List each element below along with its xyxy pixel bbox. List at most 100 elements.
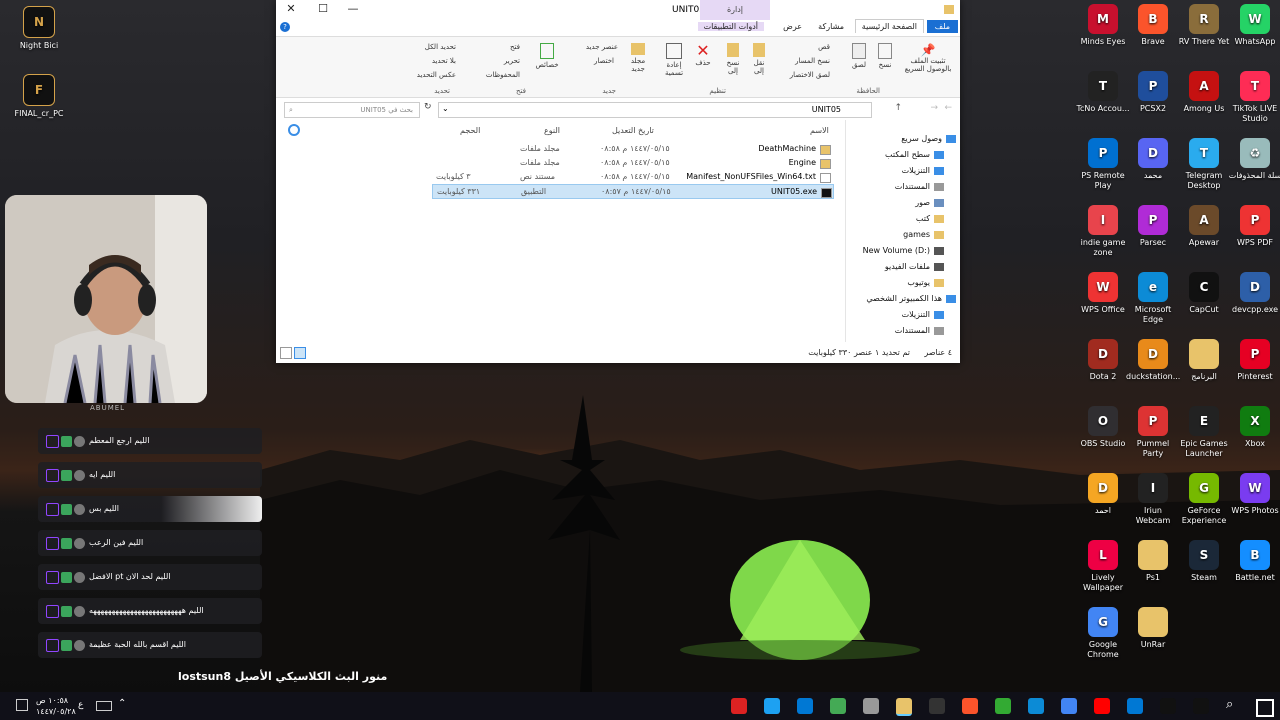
address-bar[interactable]: UNIT05 ⌄	[438, 102, 872, 118]
nav-item[interactable]: المستندات	[895, 326, 944, 335]
chevron-down-icon[interactable]: ⌄	[442, 104, 449, 113]
back-icon[interactable]: →	[930, 103, 938, 113]
file-explorer-icon[interactable]	[896, 698, 912, 716]
desktop-icon[interactable]: O OBS Studio	[1076, 406, 1130, 449]
nav-item[interactable]: وصول سريع	[901, 134, 956, 143]
obs-icon[interactable]	[863, 698, 879, 714]
tab-share[interactable]: مشاركة	[818, 22, 844, 31]
start-icon[interactable]	[1256, 699, 1274, 717]
desktop-icon[interactable]: T TikTok LIVE Studio	[1228, 71, 1280, 124]
desktop-icon[interactable]: R RV There Yet	[1177, 4, 1231, 47]
desktop-icon[interactable]: P Parsec	[1126, 205, 1180, 248]
nav-item[interactable]: يوتيوب	[907, 278, 944, 287]
twitter-icon[interactable]	[764, 698, 780, 714]
history-button[interactable]: المحفوظات	[486, 71, 520, 79]
file-row[interactable]: DeathMachine ١٤٤٧/٠٥/١٥ م ٠٨:٥٨ مجلد ملفات	[432, 142, 832, 155]
desktop-icon[interactable]: I Iriun Webcam	[1126, 473, 1180, 526]
select-none-button[interactable]: بلا تحديد	[432, 57, 456, 65]
desktop-icon-night-bici[interactable]: N Night Bici	[12, 6, 66, 51]
epic-games-icon[interactable]	[929, 698, 945, 714]
tiktok-icon[interactable]	[1160, 698, 1176, 714]
desktop-icon[interactable]: Dduckstation...	[1126, 339, 1180, 382]
column-type[interactable]: النوع	[544, 126, 560, 135]
nav-item[interactable]: المستندات	[895, 182, 944, 191]
desktop-icon[interactable]: Ps1	[1126, 540, 1180, 583]
desktop-icon[interactable]: e Microsoft Edge	[1126, 272, 1180, 325]
desktop-icon[interactable]: B Brave	[1126, 4, 1180, 47]
nav-item[interactable]: هذا الكمبيوتر الشخصي	[866, 294, 956, 303]
tiles-view-icon[interactable]	[294, 347, 306, 359]
tab-view[interactable]: عرض	[783, 22, 802, 31]
nav-item[interactable]: سطح المكتب	[885, 150, 944, 159]
file-list[interactable]: الاسم تاريخ التعديل النوع الحجم DeathMac…	[276, 120, 846, 342]
tab-app-tools[interactable]: أدوات التطبيقات	[697, 22, 764, 31]
desktop-icon[interactable]: UnRar	[1126, 607, 1180, 650]
desktop-icon[interactable]: P PS Remote Play	[1076, 138, 1130, 191]
desktop-icon[interactable]: P PCSX2	[1126, 71, 1180, 114]
desktop-icon[interactable]: P WPS PDF	[1228, 205, 1280, 248]
edge-icon[interactable]	[1028, 698, 1044, 714]
nav-item[interactable]: games	[903, 230, 944, 239]
nav-item[interactable]: صور	[915, 198, 944, 207]
desktop-icon[interactable]: Iindie game zone	[1076, 205, 1130, 258]
copy-button[interactable]: نسخ	[874, 43, 896, 69]
up-icon[interactable]: ↑	[894, 103, 902, 113]
new-item-button[interactable]: عنصر جديد	[586, 43, 618, 51]
desktop-icon[interactable]: X Xbox	[1228, 406, 1280, 449]
desktop-icon[interactable]: E Epic Games Launcher	[1177, 406, 1231, 459]
nav-item[interactable]: ملفات الفيديو	[885, 262, 944, 271]
chrome-icon[interactable]	[1061, 698, 1077, 714]
invert-selection-button[interactable]: عكس التحديد	[417, 71, 456, 79]
new-folder-button[interactable]: مجلد جديد	[626, 43, 650, 73]
rename-button[interactable]: إعادة تسمية	[662, 43, 686, 77]
desktop-icon[interactable]: L Lively Wallpaper	[1076, 540, 1130, 593]
manage-tab[interactable]: إدارة	[700, 0, 770, 20]
desktop-icon[interactable]: W WhatsApp	[1228, 4, 1280, 47]
chevron-up-icon[interactable]: ⌃	[118, 698, 126, 709]
language-indicator[interactable]: ع	[78, 700, 83, 710]
nav-item[interactable]: كتب	[916, 214, 944, 223]
details-view-icon[interactable]	[280, 347, 292, 359]
desktop-icon[interactable]: البرنامج	[1177, 339, 1231, 382]
tab-file[interactable]: ملف	[926, 20, 958, 33]
desktop-icon[interactable]: Ddevcpp.exe	[1228, 272, 1280, 315]
file-row[interactable]: UNIT05.exe ١٤٤٧/٠٥/١٥ م ٠٨:٥٧ التطبيق ٣٣١ ك…	[432, 184, 834, 199]
nav-item[interactable]: New Volume (D:)	[863, 246, 944, 255]
photos-icon[interactable]	[1127, 698, 1143, 714]
search-icon[interactable]: ⌕	[1226, 697, 1233, 712]
desktop-icon[interactable]: A Among Us	[1177, 71, 1231, 114]
outlook-icon[interactable]	[797, 698, 813, 714]
desktop-icon[interactable]: D احمد	[1076, 473, 1130, 516]
desktop-icon[interactable]: M Minds Eyes	[1076, 4, 1130, 47]
easy-access-button[interactable]: اختصار	[594, 57, 614, 65]
desktop-icon[interactable]: D Dota 2	[1076, 339, 1130, 382]
file-row[interactable]: Manifest_NonUFSFiles_Win64.txt ١٤٤٧/٠٥/١٥…	[432, 170, 832, 183]
brave-icon[interactable]	[962, 698, 978, 714]
youtube-icon[interactable]	[1094, 698, 1110, 714]
desktop-icon[interactable]: C CapCut	[1177, 272, 1231, 315]
tab-home[interactable]: الصفحة الرئيسية	[854, 19, 924, 33]
edit-button[interactable]: تحرير	[504, 57, 520, 65]
copy-path-button[interactable]: نسخ المسار	[795, 57, 830, 65]
desktop-icon[interactable]: B Battle.net	[1228, 540, 1280, 583]
file-row[interactable]: Engine ١٤٤٧/٠٥/١٥ م ٠٨:٥٨ مجلد ملفات	[432, 156, 832, 169]
desktop-icon[interactable]: G Google Chrome	[1076, 607, 1130, 660]
help-icon[interactable]: ?	[280, 22, 290, 32]
search-input[interactable]: بحث في UNIT05 ⌕	[284, 102, 420, 118]
desktop-icon[interactable]: W WPS Photos	[1228, 473, 1280, 516]
file-explorer-window[interactable]: ✕ ☐ — UNIT05 إدارة ملف الصفحة الرئيسية م…	[276, 0, 960, 363]
pin-quick-access-button[interactable]: 📌 تثبيت الملف بالوصول السريع	[900, 43, 956, 73]
desktop-icon[interactable]: T TcNo Accou...	[1076, 71, 1130, 114]
desktop-icon[interactable]: P Pummel Party	[1126, 406, 1180, 459]
desktop-icon[interactable]: W WPS Office	[1076, 272, 1130, 315]
nav-item[interactable]: التنزيلات	[902, 166, 944, 175]
column-name[interactable]: الاسم	[810, 126, 829, 135]
desktop-icon-final-cr-pc[interactable]: F FINAL_cr_PC	[12, 74, 66, 119]
select-all-button[interactable]: تحديد الكل	[425, 43, 456, 51]
desktop-icon[interactable]: G GeForce Experience	[1177, 473, 1231, 526]
desktop-icon[interactable]: D محمد	[1126, 138, 1180, 181]
refresh-icon[interactable]: ↻	[424, 102, 432, 112]
column-size[interactable]: الحجم	[460, 126, 480, 135]
copy-to-button[interactable]: نسخ إلى	[722, 43, 744, 75]
desktop-icon[interactable]: A Apewar	[1177, 205, 1231, 248]
